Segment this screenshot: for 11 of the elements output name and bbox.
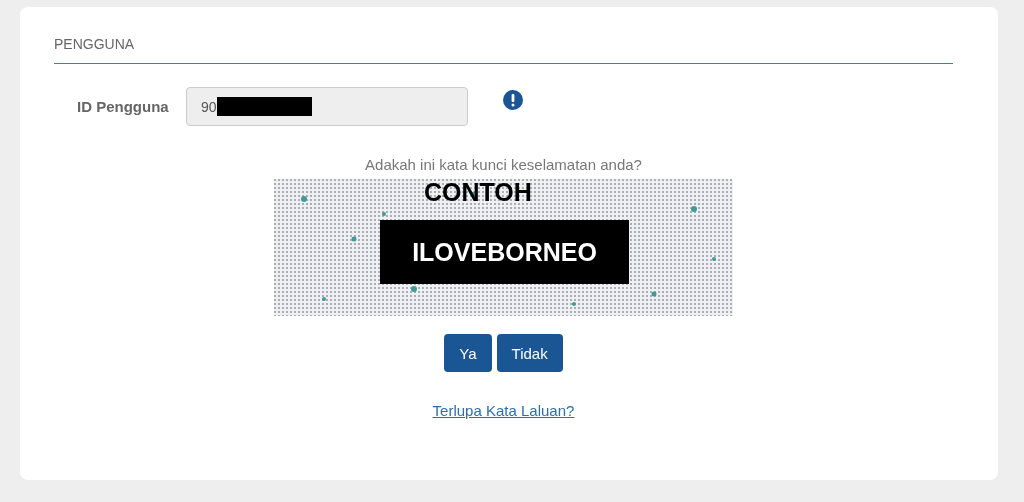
info-icon	[503, 89, 523, 110]
section-title: PENGGUNA	[54, 35, 136, 54]
field-label: ID Pengguna	[76, 98, 170, 115]
answer-button[interactable]: Tidak	[496, 334, 563, 372]
forgot-password-link[interactable]: Terlupa Kata Laluan?	[432, 402, 575, 419]
answer-button[interactable]: Ya	[444, 334, 492, 372]
question-text: Adakah ini kata kunci keselamatan anda?	[365, 156, 642, 175]
input-field[interactable]: 90	[186, 87, 468, 126]
image-caption: CONTOH	[424, 179, 532, 205]
security-phrase: ILOVEBORNEO	[380, 220, 629, 284]
field-value: 90	[201, 98, 217, 115]
